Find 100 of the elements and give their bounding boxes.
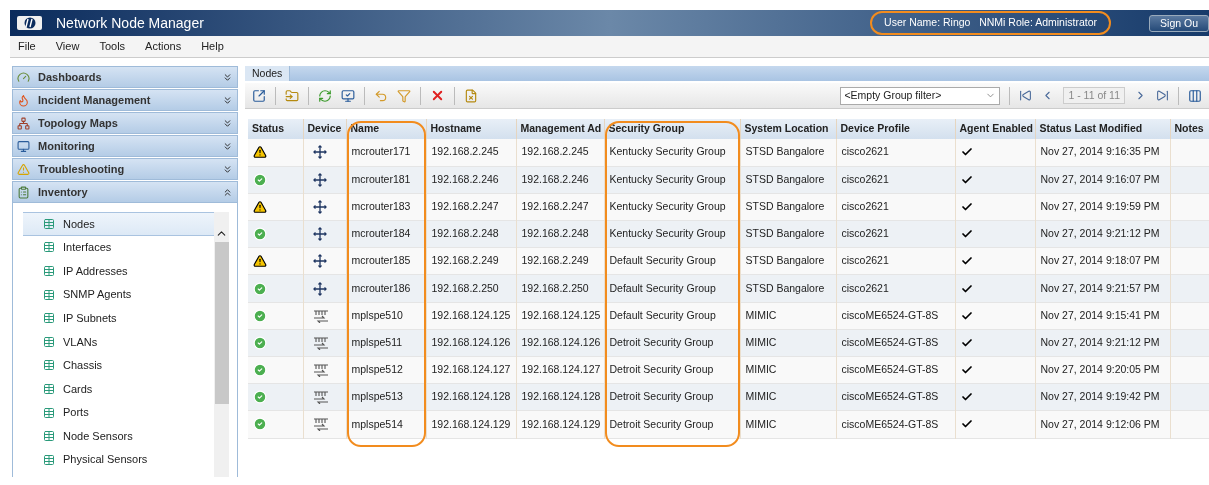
table-cell: Kentucky Security Group — [609, 199, 726, 215]
table-row[interactable]: mcrouter183 192.168.2.247 192.168.2.247 Kentucky Security Group STSD Bangalore cisco2621 Nov 27, 2014 9:19:59 PM — [248, 193, 1209, 221]
table-row[interactable]: mcrouter171 192.168.2.245 192.168.2.245 Kentucky Security Group STSD Bangalore cisco2621 Nov 27, 2014 9:16:35 PM — [248, 139, 1209, 167]
table-cell-text: STSD Bangalore — [745, 253, 825, 269]
table-cell-text: cisco2621 — [841, 144, 889, 160]
table-cell: cisco2621 — [841, 199, 889, 215]
sidebar-section-header[interactable]: Troubleshooting — [12, 158, 238, 180]
expand-icon — [222, 163, 233, 175]
column-header[interactable]: Device Profile — [840, 122, 910, 135]
table-cell-text: mplspe513 — [351, 389, 403, 405]
table-row[interactable]: mplspe514 192.168.124.129 192.168.124.129 Detroit Security Group MIMIC ciscoME6524-GT-8S Nov 27, 2014 9:12:06 PM — [248, 410, 1209, 439]
section-label: Troubleshooting — [38, 161, 125, 177]
column-header[interactable]: Agent Enabled — [959, 122, 1033, 135]
table-icon — [43, 430, 55, 443]
table-row[interactable]: mcrouter181 192.168.2.246 192.168.2.246 Kentucky Security Group STSD Bangalore cisco2621 Nov 27, 2014 9:16:07 PM — [248, 166, 1209, 194]
table-row[interactable]: mcrouter186 192.168.2.250 192.168.2.250 Default Security Group STSD Bangalore cisco2621 Nov 27, 2014 9:21:57 PM — [248, 274, 1209, 303]
column-header[interactable]: Management Ad — [520, 122, 602, 135]
sidebar-item[interactable]: IP Subnets — [23, 306, 214, 330]
last-page-icon[interactable] — [1156, 89, 1169, 102]
collapse-icon — [222, 186, 233, 198]
column-header[interactable]: Status — [252, 122, 285, 135]
first-page-icon[interactable] — [1019, 89, 1033, 102]
table-cell: mcrouter183 — [351, 199, 411, 215]
sidebar-item[interactable]: Chassis — [23, 353, 214, 378]
delete-icon[interactable] — [430, 88, 445, 103]
monitor-icon — [17, 139, 30, 153]
sidebar-section-header[interactable]: Incident Management — [12, 89, 238, 111]
table-row[interactable]: mplspe513 192.168.124.128 192.168.124.128 Detroit Security Group MIMIC ciscoME6524-GT-8S Nov 27, 2014 9:19:42 PM — [248, 383, 1209, 411]
folder-icon[interactable] — [285, 88, 299, 103]
table-cell-text: 192.168.2.248 — [521, 226, 589, 242]
sidebar-section-header[interactable]: Monitoring — [12, 135, 238, 157]
menu-item[interactable]: Actions — [145, 38, 182, 55]
column-header[interactable]: Security Group — [608, 122, 685, 135]
nodes-tab[interactable]: Nodes — [245, 66, 291, 81]
table-cell-text: Detroit Security Group — [609, 416, 714, 432]
table-cell: 192.168.124.127 — [521, 362, 601, 378]
table-row[interactable]: mcrouter184 192.168.2.248 192.168.2.248 Kentucky Security Group STSD Bangalore cisco2621 Nov 27, 2014 9:21:12 PM — [248, 220, 1209, 248]
table-row[interactable]: mplspe511 192.168.124.126 192.168.124.126 Detroit Security Group MIMIC ciscoME6524-GT-8S Nov 27, 2014 9:21:12 PM — [248, 329, 1209, 357]
sidebar-item[interactable]: Nodes — [23, 212, 214, 236]
table-cell-text: 192.168.124.128 — [521, 389, 601, 405]
menu-item[interactable]: Help — [201, 38, 224, 55]
monitor-refresh-icon[interactable] — [341, 88, 355, 103]
sidebar-section-header[interactable]: Topology Maps — [12, 112, 238, 134]
sidebar-item[interactable]: Cards — [23, 377, 214, 401]
table-icon — [43, 241, 55, 254]
sign-out-button[interactable]: Sign Ou — [1149, 14, 1209, 32]
table-cell: Detroit Security Group — [609, 362, 714, 378]
section-label: Inventory — [38, 184, 88, 200]
filter-icon[interactable] — [397, 88, 411, 103]
columns-icon[interactable] — [1188, 88, 1202, 103]
table-icon — [43, 288, 55, 301]
table-cell: STSD Bangalore — [745, 199, 825, 215]
table-cell: mplspe512 — [351, 362, 403, 378]
table-cell: 192.168.2.247 — [431, 199, 499, 215]
sidebar-item[interactable]: SNMP Agents — [23, 282, 214, 307]
table-cell-text: cisco2621 — [841, 280, 889, 296]
menu-item[interactable]: File — [18, 38, 36, 55]
undo-icon[interactable] — [374, 88, 388, 103]
table-row[interactable]: mplspe510 192.168.124.125 192.168.124.125 Default Security Group MIMIC ciscoME6524-GT-8S Nov 27, 2014 9:15:41 PM — [248, 302, 1209, 330]
switch-icon — [312, 363, 329, 378]
column-header[interactable]: Device — [307, 122, 342, 135]
refresh-icon[interactable] — [318, 88, 332, 103]
table-cell-text: MIMIC — [745, 307, 777, 323]
column-header[interactable]: Notes — [1174, 122, 1204, 135]
table-icon — [43, 312, 55, 325]
group-filter-dropdown[interactable]: <Empty Group filter> — [840, 86, 1001, 105]
sidebar-item[interactable]: Physical Sensors — [23, 447, 214, 472]
sidebar-item[interactable]: VLANs — [23, 329, 214, 354]
file-icon[interactable] — [464, 88, 478, 103]
sidebar-section-header[interactable]: Dashboards — [12, 66, 238, 88]
table-cell-text: Nov 27, 2014 9:15:41 PM — [1040, 307, 1160, 323]
table-cell-text: Nov 27, 2014 9:16:07 PM — [1040, 171, 1160, 187]
column-header[interactable]: Hostname — [430, 122, 482, 135]
table-row[interactable]: mplspe512 192.168.124.127 192.168.124.127 Detroit Security Group MIMIC ciscoME6524-GT-8S Nov 27, 2014 9:20:05 PM — [248, 356, 1209, 384]
table-cell: MIMIC — [745, 362, 777, 378]
section-label: Monitoring — [38, 138, 95, 154]
table-cell-text: Nov 27, 2014 9:19:42 PM — [1040, 389, 1160, 405]
sidebar-section-header[interactable]: Inventory — [12, 181, 238, 203]
table-cell-text: mplspe510 — [351, 307, 403, 323]
table-row[interactable]: mcrouter185 192.168.2.249 192.168.2.249 Default Security Group STSD Bangalore cisco2621 Nov 27, 2014 9:18:07 PM — [248, 247, 1209, 275]
router-icon — [312, 281, 327, 296]
menu-item[interactable]: View — [55, 38, 80, 55]
sidebar-item[interactable]: Ports — [23, 400, 214, 425]
table-icon — [43, 217, 55, 230]
column-header[interactable]: Status Last Modified — [1039, 122, 1143, 135]
sidebar-item[interactable]: IP Addresses — [23, 259, 214, 283]
table-cell: Detroit Security Group — [609, 335, 714, 351]
column-header[interactable]: System Location — [744, 122, 829, 135]
sidebar-item[interactable]: Node Sensors — [23, 424, 214, 448]
column-header[interactable]: Name — [350, 122, 380, 135]
open-icon[interactable] — [252, 88, 266, 103]
table-cell-text: 192.168.2.246 — [431, 171, 499, 187]
sidebar-item[interactable]: Interfaces — [23, 235, 214, 260]
table-icon — [43, 359, 55, 372]
table-icon — [43, 453, 55, 466]
menu-item[interactable]: Tools — [99, 38, 126, 55]
scrollbar-thumb[interactable] — [214, 242, 229, 404]
router-icon — [312, 227, 327, 242]
expand-icon — [222, 71, 233, 83]
table-cell-text: 192.168.2.245 — [521, 144, 589, 160]
